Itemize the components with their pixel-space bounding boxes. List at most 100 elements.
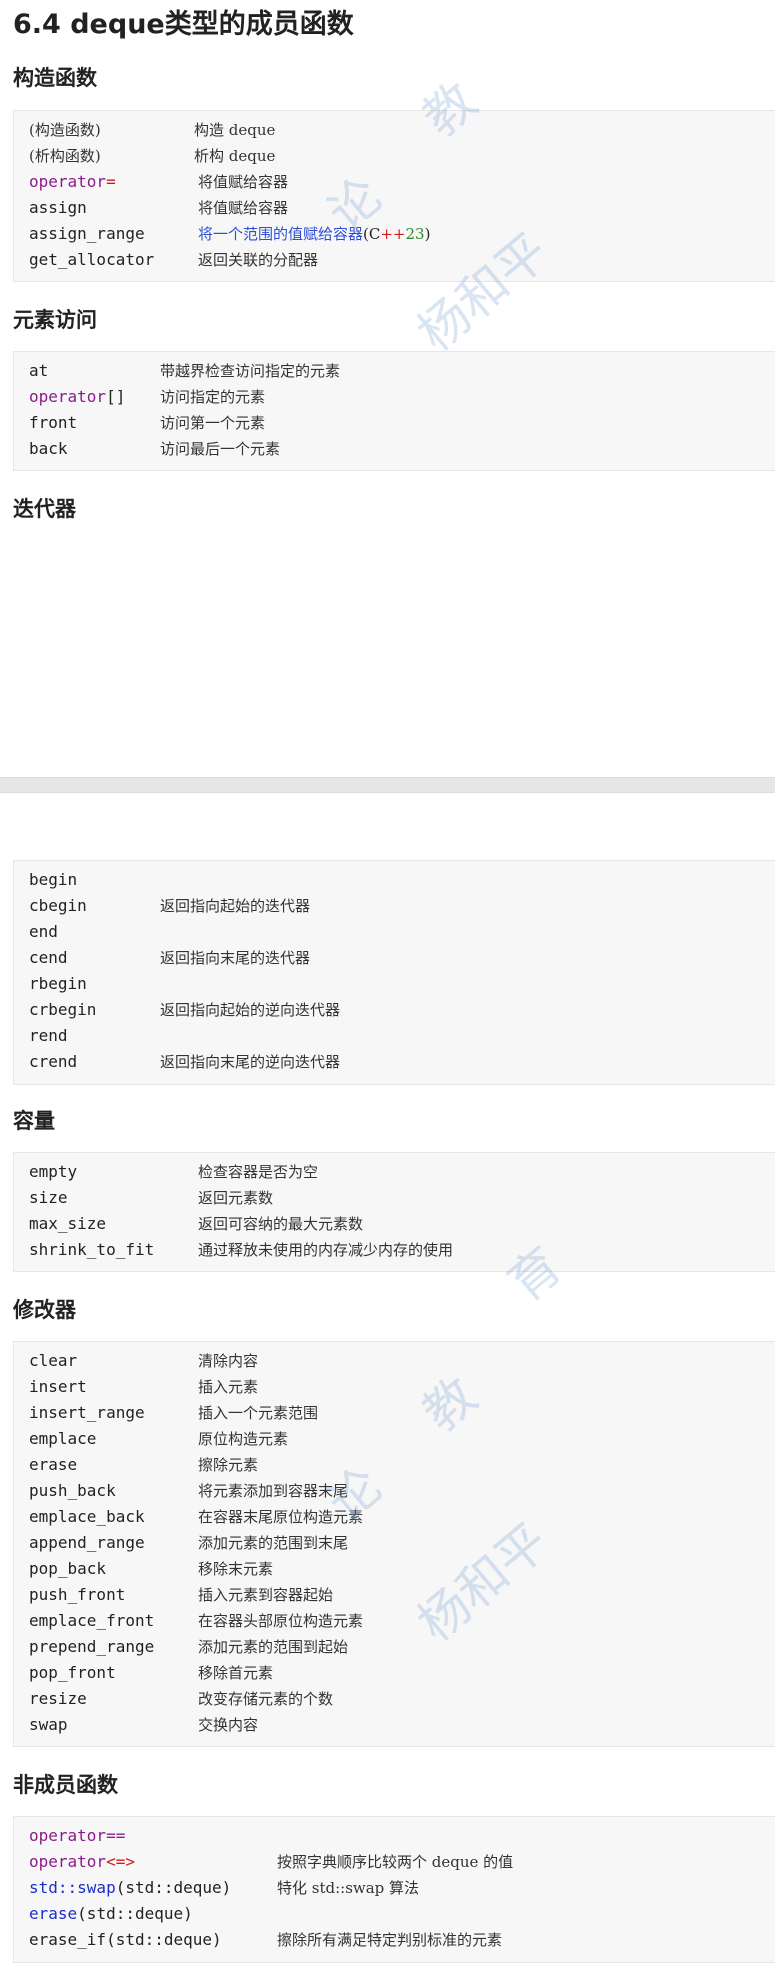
- heading-non-member: 非成员函数: [13, 1773, 118, 1797]
- heading-element-access: 元素访问: [13, 308, 97, 332]
- member-name[interactable]: (析构函数): [29, 143, 101, 169]
- desc-link[interactable]: 将一个范围的值赋给容器: [198, 225, 363, 243]
- modifiers-table: clear 清除内容 insert 插入元素 insert_range 插入一个元素范…: [13, 1341, 775, 1747]
- heading-iterators: 迭代器: [13, 497, 76, 521]
- member-desc: 特化 std::swap 算法: [277, 1879, 420, 1897]
- member-desc: 访问最后一个元素: [160, 440, 281, 458]
- member-name[interactable]: (构造函数): [29, 117, 101, 143]
- member-desc: 将值赋给容器: [198, 199, 289, 217]
- page-break: [0, 777, 775, 793]
- member-name[interactable]: cbegin: [29, 893, 87, 919]
- member-name[interactable]: erase: [29, 1452, 77, 1478]
- non-member-table: operator== operator<=> 按照字典顺序比较两个 deque …: [13, 1816, 775, 1963]
- member-desc: 带越界检查访问指定的元素: [160, 362, 341, 380]
- member-name[interactable]: emplace_front: [29, 1608, 154, 1634]
- member-name[interactable]: operator[]: [29, 384, 125, 410]
- member-name[interactable]: begin: [29, 867, 77, 893]
- member-name[interactable]: insert_range: [29, 1400, 145, 1426]
- operator-symbol: =: [106, 172, 116, 191]
- member-name[interactable]: crbegin: [29, 997, 96, 1023]
- member-desc: 将值赋给容器: [198, 173, 289, 191]
- heading-capacity: 容量: [13, 1109, 55, 1133]
- operator-symbol: <=>: [106, 1852, 135, 1871]
- keyword: operator: [29, 387, 107, 406]
- iterators-table: begin cbegin 返回指向起始的迭代器 end cend 返回指向末尾的…: [13, 860, 775, 1085]
- member-desc: 检查容器是否为空: [198, 1163, 319, 1181]
- function-args: (std::deque): [115, 1878, 232, 1897]
- member-name[interactable]: insert: [29, 1374, 87, 1400]
- member-desc: 在容器末尾原位构造元素: [198, 1508, 364, 1526]
- member-desc: 移除首元素: [198, 1664, 274, 1682]
- member-name[interactable]: pop_back: [29, 1556, 106, 1582]
- operator-symbol: []: [106, 387, 126, 406]
- member-name[interactable]: back: [29, 436, 68, 462]
- function-name: erase: [29, 1904, 78, 1923]
- member-name[interactable]: operator==: [29, 1823, 125, 1849]
- member-desc: 返回可容纳的最大元素数: [198, 1215, 364, 1233]
- member-desc: 返回指向起始的逆向迭代器: [160, 1001, 341, 1019]
- member-name[interactable]: prepend_range: [29, 1634, 154, 1660]
- member-desc: 构造 deque: [194, 121, 276, 139]
- member-desc: 通过释放未使用的内存减少内存的使用: [198, 1241, 454, 1259]
- member-name[interactable]: max_size: [29, 1211, 106, 1237]
- version-plus: ++: [380, 225, 406, 243]
- member-desc: 访问指定的元素: [160, 388, 266, 406]
- element-access-table: at 带越界检查访问指定的元素 operator[] 访问指定的元素 front…: [13, 351, 775, 471]
- member-name[interactable]: assign_range: [29, 221, 145, 247]
- member-name[interactable]: front: [29, 410, 77, 436]
- member-desc: 移除末元素: [198, 1560, 274, 1578]
- member-name[interactable]: crend: [29, 1049, 77, 1075]
- version-close: ): [424, 225, 431, 243]
- member-name[interactable]: size: [29, 1185, 68, 1211]
- member-desc: 返回指向末尾的迭代器: [160, 949, 311, 967]
- member-name[interactable]: std::swap(std::deque): [29, 1875, 231, 1901]
- keyword: operator: [29, 1826, 107, 1845]
- member-name[interactable]: operator<=>: [29, 1849, 135, 1875]
- member-desc: 返回指向末尾的逆向迭代器: [160, 1053, 341, 1071]
- heading-modifiers: 修改器: [13, 1298, 76, 1322]
- member-desc: 按照字典顺序比较两个 deque 的值: [277, 1853, 514, 1871]
- member-name[interactable]: cend: [29, 945, 68, 971]
- member-name[interactable]: empty: [29, 1159, 77, 1185]
- member-name[interactable]: push_back: [29, 1478, 116, 1504]
- member-name[interactable]: assign: [29, 195, 87, 221]
- function-name: std::swap: [29, 1878, 116, 1897]
- member-name[interactable]: clear: [29, 1348, 77, 1374]
- member-name[interactable]: shrink_to_fit: [29, 1237, 154, 1263]
- member-name[interactable]: end: [29, 919, 58, 945]
- member-desc: 添加元素的范围到末尾: [198, 1534, 349, 1552]
- member-name[interactable]: resize: [29, 1686, 87, 1712]
- member-desc: 添加元素的范围到起始: [198, 1638, 349, 1656]
- keyword: operator: [29, 172, 107, 191]
- operator-symbol: ==: [106, 1826, 126, 1845]
- heading-constructors: 构造函数: [13, 66, 97, 90]
- member-name[interactable]: rbegin: [29, 971, 87, 997]
- member-desc: 改变存储元素的个数: [198, 1690, 334, 1708]
- member-name[interactable]: rend: [29, 1023, 68, 1049]
- member-desc: 在容器头部原位构造元素: [198, 1612, 364, 1630]
- member-name[interactable]: append_range: [29, 1530, 145, 1556]
- member-name[interactable]: push_front: [29, 1582, 125, 1608]
- member-name[interactable]: pop_front: [29, 1660, 116, 1686]
- page-title: 6.4 deque类型的成员函数: [13, 9, 354, 40]
- member-desc: 插入元素到容器起始: [198, 1586, 334, 1604]
- member-name[interactable]: erase(std::deque): [29, 1901, 193, 1927]
- member-name[interactable]: erase_if(std::deque): [29, 1927, 222, 1953]
- member-desc: 插入一个元素范围: [198, 1404, 319, 1422]
- capacity-table: empty 检查容器是否为空 size 返回元素数 max_size 返回可容纳…: [13, 1152, 775, 1272]
- member-desc: 返回指向起始的迭代器: [160, 897, 311, 915]
- version-open: (C: [363, 225, 381, 243]
- member-desc: 返回关联的分配器: [198, 251, 319, 269]
- member-name[interactable]: swap: [29, 1712, 68, 1738]
- member-desc: 析构 deque: [194, 147, 276, 165]
- member-name[interactable]: operator=: [29, 169, 116, 195]
- member-desc: 清除内容: [198, 1352, 259, 1370]
- member-name[interactable]: get_allocator: [29, 247, 154, 273]
- member-name[interactable]: at: [29, 358, 48, 384]
- member-name[interactable]: emplace_back: [29, 1504, 145, 1530]
- member-desc: 原位构造元素: [198, 1430, 289, 1448]
- keyword: operator: [29, 1852, 107, 1871]
- member-name[interactable]: emplace: [29, 1426, 96, 1452]
- member-desc: 擦除所有满足特定判别标准的元素: [277, 1931, 503, 1949]
- member-desc: 插入元素: [198, 1378, 259, 1396]
